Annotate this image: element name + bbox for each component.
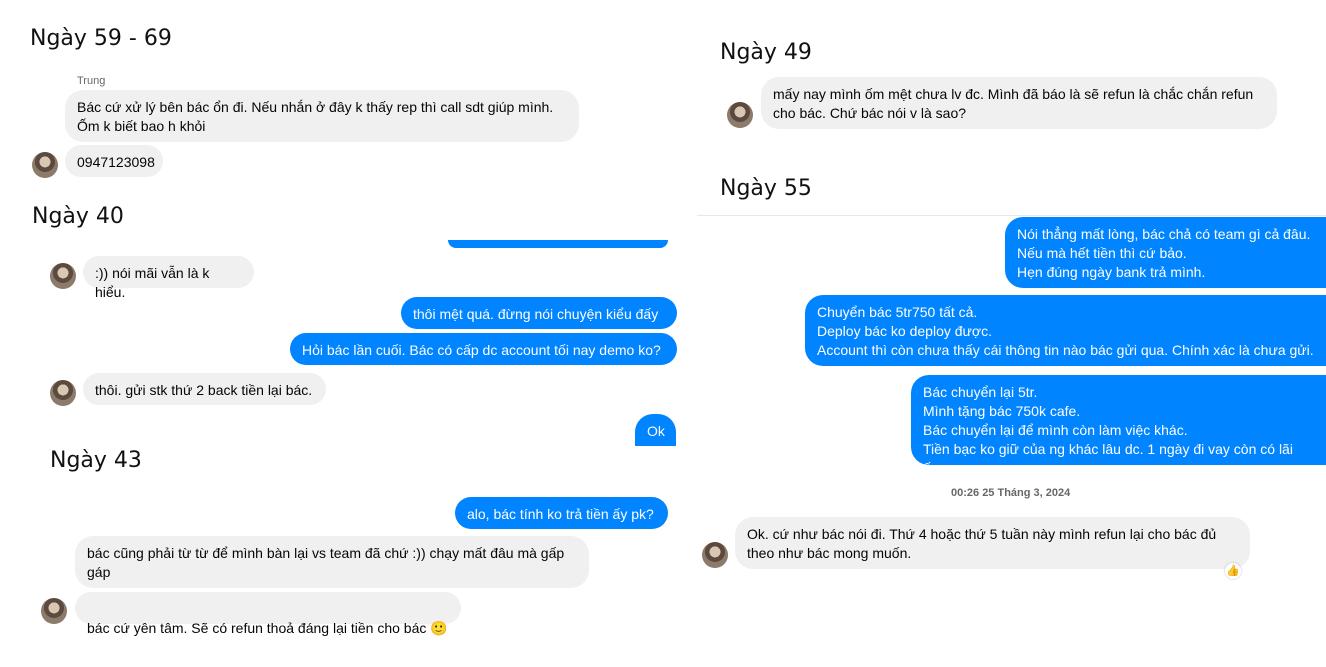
message-incoming[interactable]: bác cứ yên tâm. Sẽ có refun thoả đáng lạ… [75, 592, 461, 636]
message-outgoing[interactable]: Nói thẳng mất lòng, bác chả có team gì c… [1005, 217, 1326, 288]
avatar[interactable] [727, 102, 753, 128]
message-incoming[interactable]: Ok. cứ như bác nói đi. Thứ 4 hoặc thứ 5 … [735, 517, 1250, 569]
previous-message-edge [448, 240, 668, 248]
message-outgoing[interactable]: thôi mệt quá. đừng nói chuyện kiểu đấy [401, 297, 677, 329]
message-incoming[interactable]: :)) nói mãi vẫn là k hiểu. [83, 256, 254, 300]
message-incoming[interactable]: bác cũng phải từ từ để mình bàn lại vs t… [75, 536, 589, 588]
message-outgoing[interactable]: Bác chuyển lại 5tr. Mình tặng bác 750k c… [911, 375, 1326, 476]
heading-ngay-49: Ngày 49 [720, 40, 812, 65]
message-text: bác cứ yên tâm. Sẽ có refun thoả đáng lạ… [87, 620, 427, 636]
message-timestamp: 00:26 25 Tháng 3, 2024 [951, 487, 1071, 499]
message-outgoing[interactable]: Hỏi bác lần cuối. Bác có cấp dc account … [290, 333, 677, 365]
avatar[interactable] [32, 152, 58, 178]
avatar[interactable] [50, 263, 76, 289]
sender-name: Trung [77, 75, 106, 87]
message-incoming[interactable]: mấy nay mình ốm mệt chưa lv đc. Mình đã … [761, 77, 1277, 129]
avatar[interactable] [702, 542, 728, 568]
avatar[interactable] [50, 380, 76, 406]
smile-emoji-icon: 🙂 [430, 620, 448, 636]
heading-ngay-43: Ngày 43 [50, 448, 142, 473]
message-outgoing[interactable]: Ok [635, 414, 676, 446]
heading-ngay-59-69: Ngày 59 - 69 [30, 26, 172, 51]
message-incoming[interactable]: 0947123098 [65, 145, 163, 177]
message-outgoing[interactable]: Chuyển bác 5tr750 tất cả. Deploy bác ko … [805, 295, 1326, 366]
message-incoming[interactable]: thôi. gửi stk thứ 2 back tiền lại bác. [83, 373, 326, 405]
heading-ngay-40: Ngày 40 [32, 204, 124, 229]
avatar[interactable] [41, 598, 67, 624]
message-outgoing[interactable]: alo, bác tính ko trả tiền ấy pk? [455, 497, 668, 529]
message-incoming[interactable]: Bác cứ xử lý bên bác ổn đi. Nếu nhắn ở đ… [65, 90, 579, 142]
heading-ngay-55: Ngày 55 [720, 176, 812, 201]
section-divider [697, 215, 1326, 216]
thumbs-up-reaction-icon[interactable]: 👍 [1225, 563, 1241, 579]
